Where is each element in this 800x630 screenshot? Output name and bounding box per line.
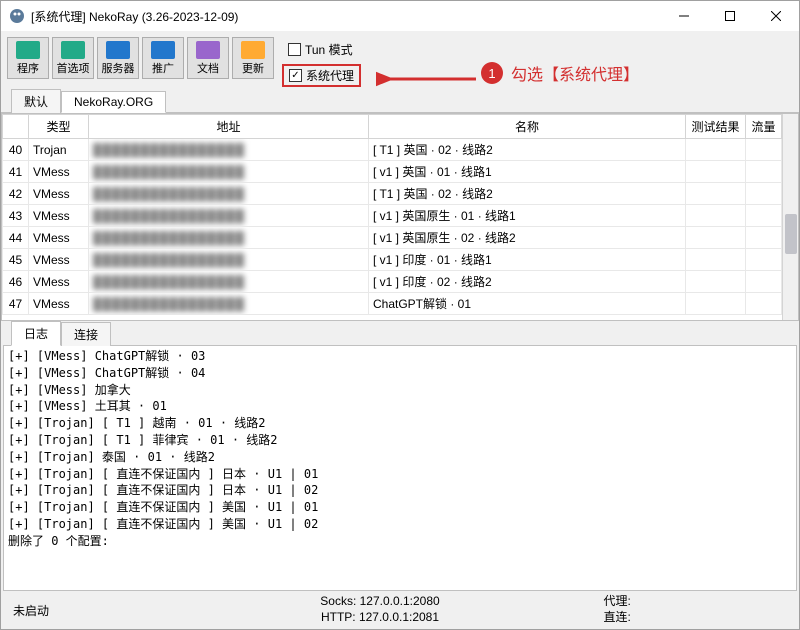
annotation-arrow-icon <box>376 70 486 88</box>
app-window: [系统代理] NekoRay (3.26-2023-12-09) 程序首选项服务… <box>0 0 800 630</box>
checkbox-icon: ✓ <box>289 69 302 82</box>
toolbar-icon <box>151 41 175 59</box>
log-tabs: 日志连接 <box>1 321 799 345</box>
col-addr[interactable]: 地址 <box>89 115 369 139</box>
toolbar-button[interactable]: 程序 <box>7 37 49 79</box>
scrollbar[interactable] <box>782 114 798 320</box>
col-test[interactable]: 测试结果 <box>686 115 746 139</box>
status-ports: Socks: 127.0.0.1:2080HTTP: 127.0.0.1:208… <box>197 594 564 625</box>
col-traffic[interactable]: 流量 <box>746 115 782 139</box>
statusbar: 未启动 Socks: 127.0.0.1:2080HTTP: 127.0.0.1… <box>1 591 799 629</box>
table-row[interactable]: 45VMess████████████████[ v1 ] 印度 · 01 · … <box>3 249 782 271</box>
toolbar-button[interactable]: 更新 <box>232 37 274 79</box>
toolbar-icon <box>61 41 85 59</box>
toolbar-button[interactable]: 服务器 <box>97 37 139 79</box>
col-name[interactable]: 名称 <box>369 115 686 139</box>
close-button[interactable] <box>753 1 799 31</box>
window-title: [系统代理] NekoRay (3.26-2023-12-09) <box>31 8 238 25</box>
tab[interactable]: 连接 <box>61 322 111 346</box>
tab[interactable]: 默认 <box>11 89 61 113</box>
tun-mode-checkbox[interactable]: Tun 模式 <box>282 39 361 60</box>
toolbar-button[interactable]: 文档 <box>187 37 229 79</box>
server-tabs: 默认NekoRay.ORG <box>1 89 799 113</box>
server-table: 类型 地址 名称 测试结果 流量 40Trojan███████████████… <box>1 113 799 321</box>
table-row[interactable]: 47VMess████████████████ChatGPT解锁 · 01 <box>3 293 782 315</box>
table-row[interactable]: 41VMess████████████████[ v1 ] 英国 · 01 · … <box>3 161 782 183</box>
checkbox-icon <box>288 43 301 56</box>
tab[interactable]: NekoRay.ORG <box>61 91 166 113</box>
maximize-button[interactable] <box>707 1 753 31</box>
toolbar-icon <box>16 41 40 59</box>
table-row[interactable]: 43VMess████████████████[ v1 ] 英国原生 · 01 … <box>3 205 782 227</box>
log-output[interactable]: [+] [VMess] ChatGPT解锁 · 03 [+] [VMess] C… <box>3 345 797 591</box>
annotation-text: 勾选【系统代理】 <box>511 61 639 85</box>
titlebar: [系统代理] NekoRay (3.26-2023-12-09) <box>1 1 799 31</box>
toolbar-button[interactable]: 推广 <box>142 37 184 79</box>
status-state: 未启动 <box>13 602 197 619</box>
status-traffic: 代理:直连: <box>564 594 788 625</box>
table-row[interactable]: 42VMess████████████████[ T1 ] 英国 · 02 · … <box>3 183 782 205</box>
table-row[interactable]: 44VMess████████████████[ v1 ] 英国原生 · 02 … <box>3 227 782 249</box>
col-type[interactable]: 类型 <box>29 115 89 139</box>
toolbar-icon <box>106 41 130 59</box>
table-row[interactable]: 40Trojan████████████████[ T1 ] 英国 · 02 ·… <box>3 139 782 161</box>
toolbar-icon <box>196 41 220 59</box>
annotation-badge: 1 <box>481 62 503 84</box>
minimize-button[interactable] <box>661 1 707 31</box>
toolbar-icon <box>241 41 265 59</box>
app-icon <box>9 8 25 24</box>
system-proxy-checkbox[interactable]: ✓ 系统代理 <box>282 64 361 87</box>
table-row[interactable]: 46VMess████████████████[ v1 ] 印度 · 02 · … <box>3 271 782 293</box>
toolbar-button[interactable]: 首选项 <box>52 37 94 79</box>
annotation: 1 勾选【系统代理】 <box>481 61 639 85</box>
scrollbar-thumb[interactable] <box>785 214 797 254</box>
tab[interactable]: 日志 <box>11 321 61 346</box>
